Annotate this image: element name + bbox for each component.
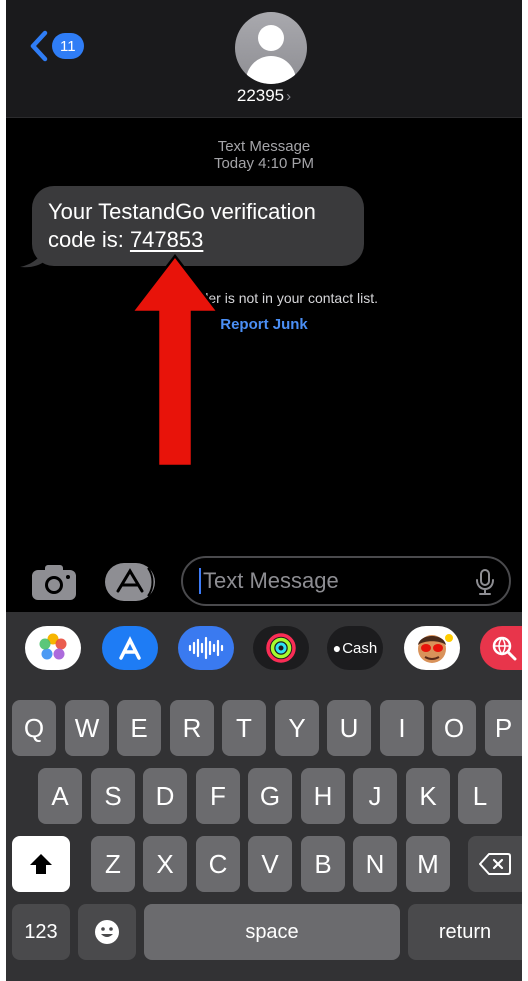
annotation-arrow-icon bbox=[130, 254, 220, 468]
keyboard: ● Cash Q W E R T Y U I O P A S D F G H J… bbox=[6, 612, 528, 981]
emoji-key[interactable] bbox=[78, 904, 136, 960]
key-q[interactable]: Q bbox=[12, 700, 56, 756]
left-border bbox=[0, 0, 6, 981]
apple-cash-label: Cash bbox=[342, 639, 378, 657]
photos-flower-icon bbox=[39, 633, 67, 660]
key-c[interactable]: C bbox=[196, 836, 240, 892]
return-key[interactable]: return bbox=[408, 904, 522, 960]
key-a[interactable]: A bbox=[38, 768, 82, 824]
messages-screen: 11 22395 › Text Message Today 4:10 PM You… bbox=[0, 0, 528, 981]
contact-avatar[interactable] bbox=[235, 12, 307, 84]
key-s[interactable]: S bbox=[91, 768, 135, 824]
apple-logo-icon: ● bbox=[332, 640, 342, 656]
backspace-icon bbox=[479, 853, 511, 875]
service-label: Text Message bbox=[217, 138, 311, 155]
memoji-stickers-icon bbox=[418, 634, 453, 663]
key-d[interactable]: D bbox=[143, 768, 187, 824]
app-store-button-icon[interactable] bbox=[104, 562, 156, 602]
chevron-right-icon: › bbox=[286, 88, 292, 105]
conversation-header: 11 22395 › bbox=[6, 0, 522, 118]
key-n[interactable]: N bbox=[353, 836, 397, 892]
key-e[interactable]: E bbox=[117, 700, 161, 756]
message-timestamp: Today 4:10 PM bbox=[213, 155, 315, 172]
shift-key[interactable] bbox=[12, 836, 70, 892]
key-o[interactable]: O bbox=[432, 700, 476, 756]
numbers-key[interactable]: 123 bbox=[12, 904, 70, 960]
delete-key[interactable] bbox=[468, 836, 522, 892]
app-store-app-icon[interactable] bbox=[102, 626, 158, 670]
message-line-1: Your TestandGo verification bbox=[48, 199, 316, 224]
key-p[interactable]: P bbox=[485, 700, 522, 756]
images-search-app-icon[interactable] bbox=[480, 626, 528, 670]
key-h[interactable]: H bbox=[301, 768, 345, 824]
globe-search-icon bbox=[492, 636, 517, 661]
key-b[interactable]: B bbox=[301, 836, 345, 892]
report-junk-link[interactable]: Report Junk bbox=[6, 316, 522, 333]
key-k[interactable]: K bbox=[406, 768, 450, 824]
memoji-app-icon[interactable] bbox=[404, 626, 460, 670]
app-store-a-icon bbox=[119, 636, 141, 660]
key-w[interactable]: W bbox=[65, 700, 109, 756]
text-cursor bbox=[199, 568, 201, 594]
verification-code[interactable]: 747853 bbox=[130, 227, 203, 252]
right-border bbox=[522, 0, 528, 981]
key-m[interactable]: M bbox=[406, 836, 450, 892]
imessage-app-strip: ● Cash bbox=[6, 612, 528, 688]
key-j[interactable]: J bbox=[353, 768, 397, 824]
waveform-icon bbox=[188, 636, 224, 660]
message-input-placeholder: Text Message bbox=[203, 568, 339, 593]
key-f[interactable]: F bbox=[196, 768, 240, 824]
key-x[interactable]: X bbox=[143, 836, 187, 892]
activity-app-icon[interactable] bbox=[253, 626, 309, 670]
key-u[interactable]: U bbox=[327, 700, 371, 756]
message-input[interactable]: Text Message bbox=[181, 556, 511, 606]
camera-icon[interactable] bbox=[30, 562, 78, 602]
message-meta: Text Message Today 4:10 PM bbox=[6, 138, 522, 172]
emoji-smiley-icon bbox=[95, 920, 119, 944]
message-line-2: code is: 747853 bbox=[48, 226, 348, 254]
photos-app-icon[interactable] bbox=[25, 626, 81, 670]
microphone-icon[interactable] bbox=[475, 569, 495, 595]
audio-message-app-icon[interactable] bbox=[178, 626, 234, 670]
key-l[interactable]: L bbox=[458, 768, 502, 824]
apple-cash-app-icon[interactable]: ● Cash bbox=[327, 626, 383, 670]
key-r[interactable]: R bbox=[170, 700, 214, 756]
key-v[interactable]: V bbox=[248, 836, 292, 892]
back-button[interactable]: 11 bbox=[28, 30, 84, 62]
contact-name[interactable]: 22395 › bbox=[6, 86, 522, 106]
space-key[interactable]: space bbox=[144, 904, 400, 960]
key-i[interactable]: I bbox=[380, 700, 424, 756]
avatar-head bbox=[258, 25, 284, 51]
avatar-body bbox=[246, 56, 296, 84]
key-z[interactable]: Z bbox=[91, 836, 135, 892]
key-y[interactable]: Y bbox=[275, 700, 319, 756]
chevron-left-icon bbox=[30, 30, 48, 62]
shift-arrow-icon bbox=[30, 854, 52, 874]
unread-count-badge: 11 bbox=[52, 33, 84, 59]
message-code-prefix: code is: bbox=[48, 227, 130, 252]
key-g[interactable]: G bbox=[248, 768, 292, 824]
activity-rings-icon bbox=[266, 633, 296, 663]
unknown-sender-notice: The sender is not in your contact list. bbox=[150, 290, 378, 306]
contact-number: 22395 bbox=[236, 86, 285, 105]
key-t[interactable]: T bbox=[222, 700, 266, 756]
